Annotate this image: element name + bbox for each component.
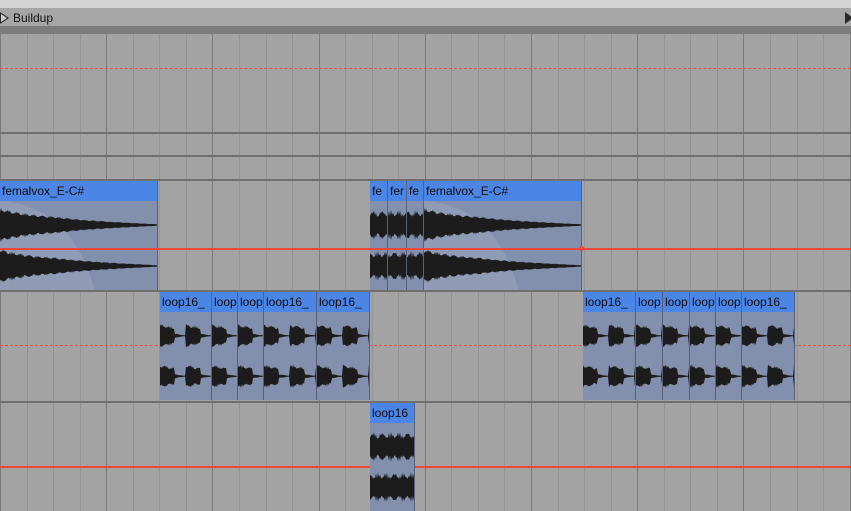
audio-clip[interactable]: loop16_ [583,292,636,400]
clip-title[interactable]: loop [238,292,263,312]
track-separator [0,132,851,134]
grid-line [743,34,744,511]
locator-label[interactable]: Buildup [13,11,53,25]
audio-clip[interactable]: femalvox_E-C# [0,181,158,290]
audio-clip[interactable]: loop16_ [160,292,212,400]
grid-line [664,34,665,511]
clip-title[interactable]: fe [370,181,387,201]
waveform [370,432,414,502]
waveform [370,210,387,281]
clip-title[interactable]: femalvox_E-C# [424,181,581,201]
audio-clip[interactable]: fer [388,181,407,290]
automation-line[interactable] [0,466,851,468]
automation-line[interactable] [0,248,851,250]
clip-title[interactable]: loop16_ [583,292,635,312]
audio-clip[interactable]: loop16_ [742,292,795,400]
arrangement-view[interactable]: Buildup femalvox_E-C# fe fer fe femalvox_E-C… [0,0,851,511]
grid-line [797,34,798,511]
waveform [690,324,715,389]
waveform [716,325,741,389]
clip-title[interactable]: loop16 [370,403,414,423]
clip-title[interactable]: loop [690,292,715,312]
audio-clip[interactable]: loop [636,292,663,400]
grid-line [239,34,240,511]
waveform [212,324,237,388]
clip-title[interactable]: fer [388,181,406,201]
clip-title[interactable]: femalvox_E-C# [0,181,157,201]
clip-title[interactable]: loop [636,292,662,312]
top-border [0,0,851,8]
grid-line [717,34,718,511]
waveform [238,324,263,388]
locator-bar[interactable] [0,8,851,28]
track-separator [0,401,851,403]
automation-breakpoint[interactable] [579,246,584,251]
waveform [160,324,211,388]
automation-line[interactable] [0,68,851,69]
waveform [583,324,635,388]
grid-line [319,34,320,511]
audio-clip[interactable]: loop16_ [264,292,317,400]
grid-line [770,34,771,511]
waveform [264,324,316,388]
waveform [317,325,369,389]
waveform [424,201,581,290]
waveform [742,325,794,389]
loop-brace-strip[interactable] [0,26,851,34]
grid-line [266,34,267,511]
grid-line [584,34,585,511]
grid-line [690,34,691,511]
clip-title[interactable]: loop16_ [160,292,211,312]
audio-clip[interactable]: loop [690,292,716,400]
grid-line [159,34,160,511]
grid-line [823,34,824,511]
grid-line [212,34,213,511]
clip-title[interactable]: loop [716,292,741,312]
audio-clip[interactable]: loop [663,292,690,400]
grid-line [637,34,638,511]
audio-clip[interactable]: loop16_ [317,292,370,400]
waveform [0,201,157,290]
grid-line [345,34,346,511]
grid-line [611,34,612,511]
grid-line [186,34,187,511]
waveform [636,324,662,388]
clip-title[interactable]: loop16_ [742,292,794,312]
audio-clip[interactable]: fe [370,181,388,290]
locator-flag-inner [1,14,7,22]
clip-title[interactable]: loop16_ [264,292,316,312]
waveform [388,210,406,281]
track-separator [0,155,851,157]
audio-clip[interactable]: loop [212,292,238,400]
waveform [407,210,423,281]
clip-title[interactable]: fe [407,181,423,201]
audio-clip[interactable]: fe [407,181,424,290]
clip-title[interactable]: loop16_ [317,292,369,312]
grid-line [292,34,293,511]
audio-clip[interactable]: femalvox_E-C# [424,181,582,290]
locator-flag-icon[interactable] [845,12,851,24]
audio-clip[interactable]: loop [716,292,742,400]
clip-title[interactable]: loop [663,292,689,312]
audio-clip[interactable]: loop [238,292,264,400]
audio-clip[interactable]: loop16 [370,403,415,511]
waveform [663,324,689,388]
clip-title[interactable]: loop [212,292,237,312]
